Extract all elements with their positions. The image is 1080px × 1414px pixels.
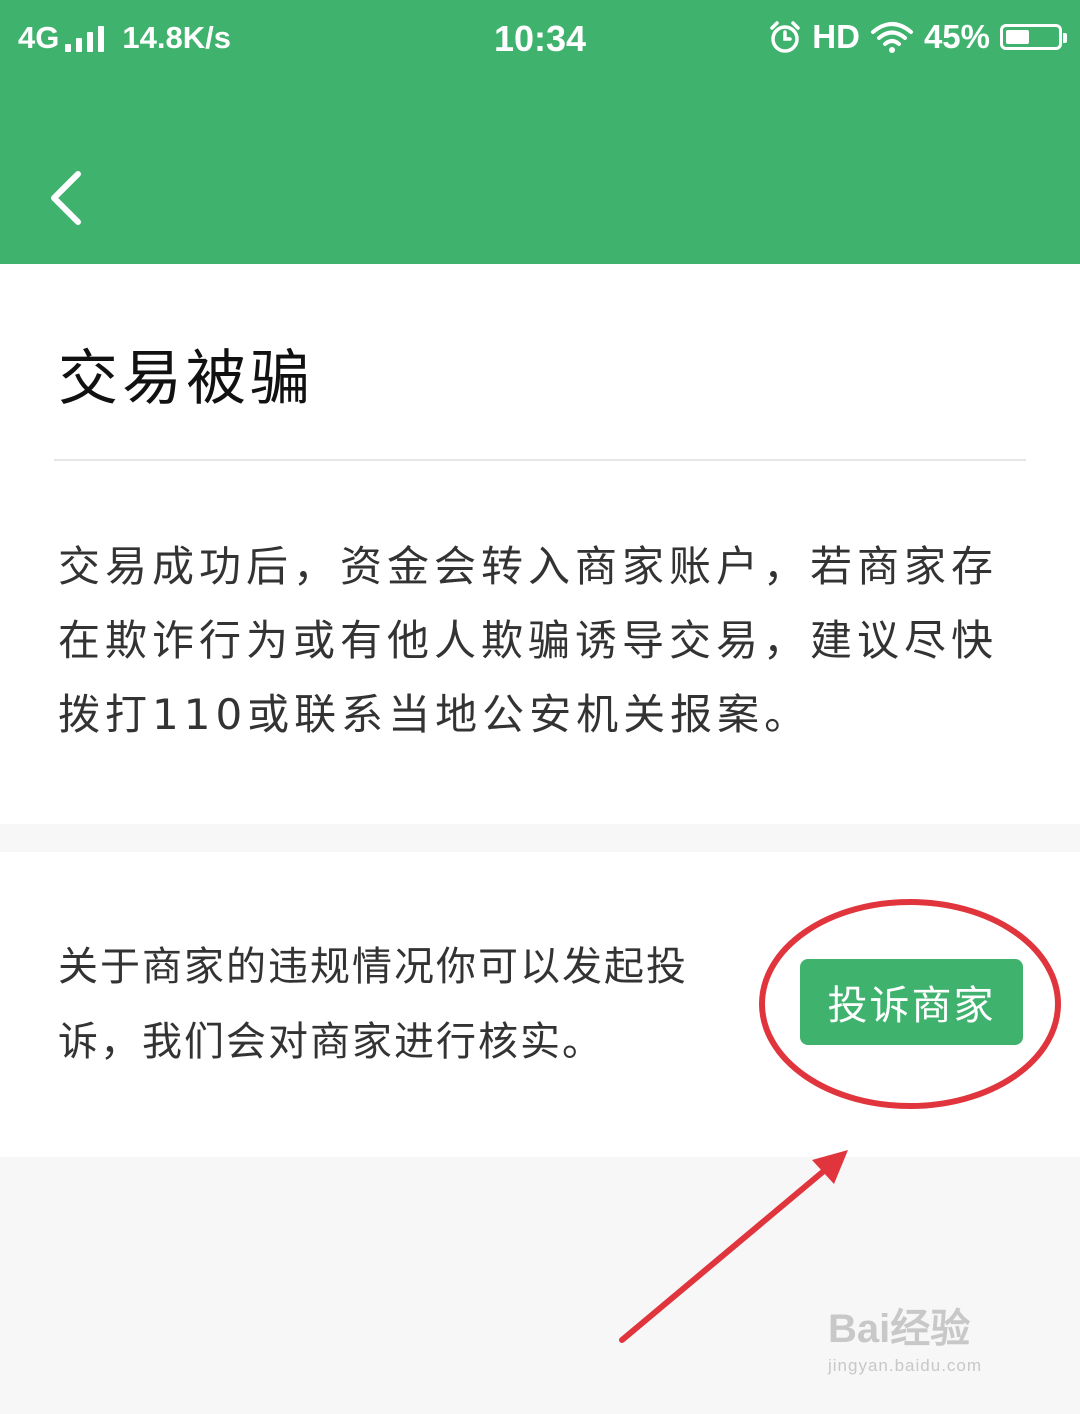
pointer-arrow: [619, 1167, 828, 1343]
back-button[interactable]: [40, 160, 100, 236]
watermark-logo: Bai经验: [828, 1307, 971, 1351]
battery-icon: [1000, 24, 1067, 50]
watermark: Bai经验 jingyan.baidu.com: [828, 1296, 982, 1376]
battery-percent: 45%: [923, 18, 990, 55]
status-bar: 4G 14.8K/s 10:34 HD 45%: [0, 0, 1080, 78]
complaint-description: 关于商家的违规情况你可以发起投诉，我们会对商家进行核实。: [58, 944, 688, 1065]
page-title: 交易被骗: [58, 344, 314, 414]
watermark-url: jingyan.baidu.com: [828, 1356, 983, 1375]
hd-indicator: HD: [812, 18, 860, 55]
battery-level: [1006, 30, 1029, 44]
scam-description: 交易成功后，资金会转入商家账户，若商家存在欺诈行为或有他人欺骗诱导交易，建议尽快…: [58, 542, 999, 739]
wifi-icon: [870, 22, 913, 53]
divider: [54, 459, 1026, 461]
alarm-icon: [770, 21, 801, 53]
complain-merchant-button[interactable]: 投诉商家: [800, 959, 1023, 1045]
status-right: HD 45%: [768, 18, 1067, 56]
chevron-left-icon: [51, 171, 81, 225]
